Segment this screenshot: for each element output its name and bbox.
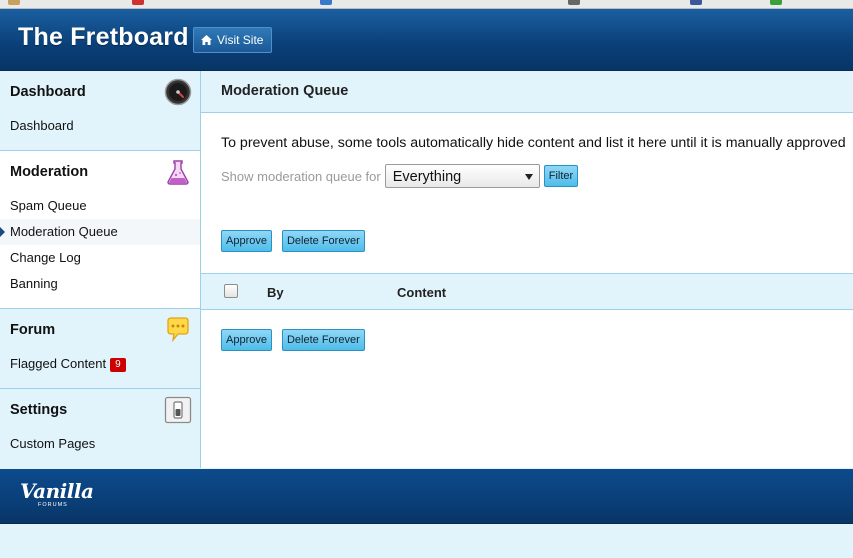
sidebar-item-spam-queue[interactable]: Spam Queue	[0, 193, 200, 219]
sidebar-heading-dashboard: Dashboard	[0, 71, 200, 113]
select-all-checkbox[interactable]	[224, 284, 238, 298]
sidebar-heading-label: Dashboard	[10, 84, 86, 100]
delete-forever-button-bottom[interactable]: Delete Forever	[281, 329, 365, 351]
sidebar-section-forum: Forum Flagged Content 9	[0, 309, 200, 389]
top-action-buttons: Approve Delete Forever	[221, 230, 365, 252]
sidebar-item-flagged-content[interactable]: Flagged Content 9	[0, 351, 200, 377]
queue-table-header: By Content	[201, 273, 853, 310]
home-icon	[201, 35, 212, 45]
switch-icon	[164, 396, 192, 424]
sidebar-item-custom-pages[interactable]: Custom Pages	[0, 431, 200, 457]
queue-filter-select[interactable]: Everything	[384, 164, 540, 188]
visit-site-button[interactable]: Visit Site	[193, 27, 273, 53]
filter-label: Show moderation queue for	[221, 168, 381, 184]
flagged-count-badge: 9	[110, 358, 126, 372]
sidebar-item-label: Change Log	[10, 250, 81, 265]
sidebar-item-label: Moderation Queue	[10, 224, 118, 239]
approve-button-top[interactable]: Approve	[221, 230, 272, 252]
admin-header: The Fretboard Visit Site	[0, 9, 853, 71]
browser-bookmarks-strip	[0, 0, 853, 9]
sidebar-heading-moderation: Moderation	[0, 151, 200, 193]
bookmark-favicon-icon[interactable]	[770, 0, 782, 5]
bookmark-favicon-icon[interactable]	[690, 0, 702, 5]
queue-filter-value: Everything	[392, 169, 462, 185]
sidebar-heading-forum: Forum	[0, 309, 200, 351]
filter-row: Show moderation queue for Everything Fil…	[221, 164, 579, 188]
sidebar-heading-label: Forum	[10, 322, 56, 338]
dashboard-gauge-icon	[164, 78, 192, 106]
site-title[interactable]: The Fretboard	[18, 23, 189, 52]
speech-bubble-icon	[167, 317, 189, 343]
sidebar: Dashboard Dashboard Moderation Spam Queu…	[0, 71, 201, 468]
dropdown-arrow-icon	[524, 174, 533, 180]
sidebar-item-label: Banning	[10, 276, 58, 291]
sidebar-heading-settings: Settings	[0, 389, 200, 431]
bottom-action-buttons: Approve Delete Forever	[221, 329, 365, 351]
approve-button-bottom[interactable]: Approve	[221, 329, 272, 351]
delete-forever-button-top[interactable]: Delete Forever	[281, 230, 365, 252]
admin-footer: Vanilla FORUMS	[0, 469, 853, 524]
filter-button[interactable]: Filter	[543, 165, 579, 187]
sidebar-item-banning[interactable]: Banning	[0, 271, 200, 297]
visit-site-label: Visit Site	[217, 33, 264, 47]
bookmark-favicon-icon[interactable]	[132, 0, 144, 5]
sidebar-item-label: Custom Pages	[10, 436, 96, 451]
sidebar-item-moderation-queue[interactable]: Moderation Queue	[0, 219, 200, 245]
vanilla-forums-logo[interactable]: Vanilla FORUMS	[20, 481, 94, 508]
main-content: Moderation Queue To prevent abuse, some …	[201, 71, 853, 468]
bookmark-favicon-icon[interactable]	[568, 0, 580, 5]
sidebar-item-label: Dashboard	[10, 118, 74, 133]
sidebar-section-moderation: Moderation Spam Queue Moderation Queue C…	[0, 151, 200, 309]
page-title: Moderation Queue	[201, 71, 853, 113]
sidebar-item-change-log[interactable]: Change Log	[0, 245, 200, 271]
sidebar-item-label: Spam Queue	[10, 198, 87, 213]
sidebar-item-label: Flagged Content	[10, 356, 107, 371]
sidebar-heading-label: Settings	[10, 402, 68, 418]
sidebar-item-dashboard[interactable]: Dashboard	[0, 113, 200, 139]
flask-icon	[167, 160, 189, 185]
bookmark-favicon-icon[interactable]	[8, 0, 20, 5]
sidebar-heading-label: Moderation	[10, 164, 89, 180]
column-header-by[interactable]: By	[267, 285, 284, 300]
intro-text: To prevent abuse, some tools automatical…	[221, 135, 846, 151]
sidebar-section-settings: Settings Custom Pages	[0, 389, 200, 468]
bookmark-favicon-icon[interactable]	[320, 0, 332, 5]
sidebar-section-dashboard: Dashboard Dashboard	[0, 71, 200, 151]
column-header-content[interactable]: Content	[397, 285, 446, 300]
